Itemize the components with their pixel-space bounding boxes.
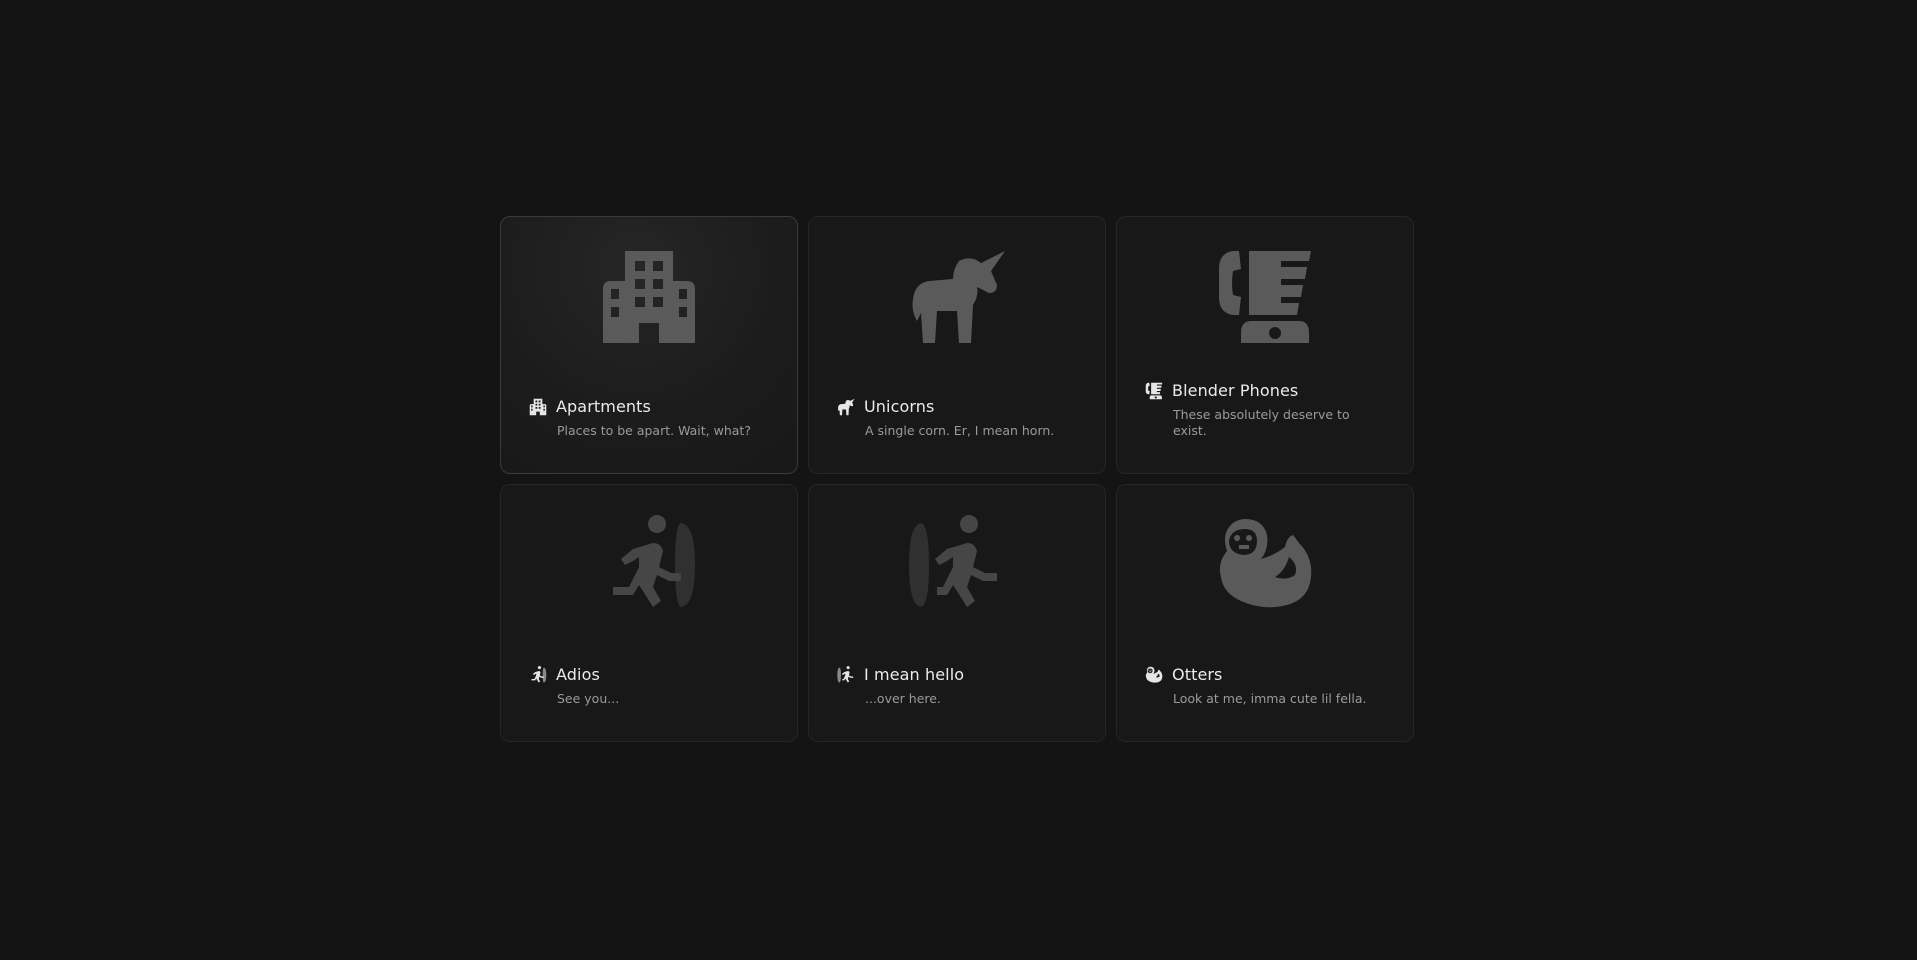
door-exit-icon (529, 666, 547, 684)
card-title: Otters (1172, 665, 1223, 684)
card-apartments[interactable]: Apartments Places to be apart. Wait, wha… (500, 216, 798, 474)
otter-icon (1210, 515, 1320, 615)
unicorn-icon (837, 398, 855, 416)
blender-phone-icon (1210, 247, 1320, 347)
card-i-mean-hello[interactable]: I mean hello ...over here. (808, 484, 1106, 742)
card-description: Places to be apart. Wait, what? (557, 423, 751, 438)
card-adios[interactable]: Adios See you... (500, 484, 798, 742)
card-title: Apartments (556, 397, 651, 416)
card-description: Look at me, imma cute lil fella. (1173, 691, 1367, 706)
card-otters[interactable]: Otters Look at me, imma cute lil fella. (1116, 484, 1414, 742)
building-icon (529, 398, 547, 416)
card-title: I mean hello (864, 665, 965, 684)
card-description: These absolutely deserve to exist. (1173, 407, 1350, 438)
door-enter-icon (902, 515, 1012, 615)
card-grid: Apartments Places to be apart. Wait, wha… (500, 216, 1416, 742)
card-title: Blender Phones (1172, 381, 1299, 400)
unicorn-icon (902, 247, 1012, 347)
card-title: Adios (556, 665, 600, 684)
card-description: ...over here. (865, 691, 941, 706)
building-icon (594, 247, 704, 347)
card-description: See you... (557, 691, 620, 706)
door-enter-icon (837, 666, 855, 684)
blender-phone-icon (1145, 382, 1163, 400)
otter-icon (1145, 666, 1163, 684)
card-unicorns[interactable]: Unicorns A single corn. Er, I mean horn. (808, 216, 1106, 474)
card-description: A single corn. Er, I mean horn. (865, 423, 1055, 438)
card-title: Unicorns (864, 397, 935, 416)
card-blender-phones[interactable]: Blender Phones These absolutely deserve … (1116, 216, 1414, 474)
door-exit-icon (594, 515, 704, 615)
